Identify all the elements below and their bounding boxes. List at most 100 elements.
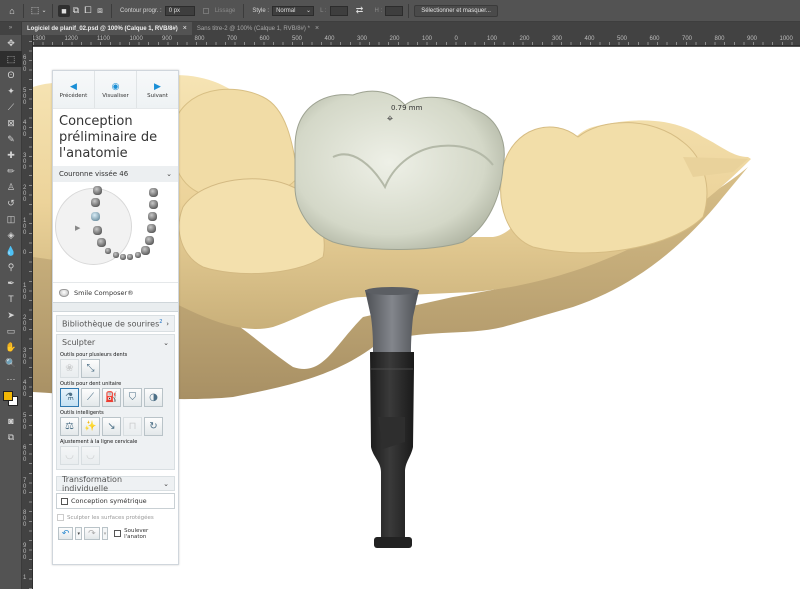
transform-header[interactable]: Transformation individuelle ⌄ <box>56 475 175 493</box>
help-badge[interactable]: 2 <box>159 319 162 325</box>
history-brush-tool-icon[interactable]: ↺ <box>0 195 22 211</box>
healing-brush-tool-icon[interactable]: ✚ <box>0 147 22 163</box>
pen-tool-icon[interactable]: ✒ <box>0 275 22 291</box>
tooth[interactable] <box>120 254 126 260</box>
new-selection-icon[interactable]: ■ <box>58 4 70 17</box>
smart-adapt-tool-icon[interactable]: ↘ <box>102 417 121 436</box>
tooth-chart[interactable]: ▶ <box>53 182 178 282</box>
clone-stamp-tool-icon[interactable]: ♙ <box>0 179 22 195</box>
add-selection-icon[interactable]: ⧉ <box>70 5 82 17</box>
magic-wand-tool-icon[interactable]: ✦ <box>0 83 22 99</box>
multi-tooth-tool-1-icon[interactable]: ❀ <box>60 359 79 378</box>
smile-library-section[interactable]: Bibliothèque de sourires2 › <box>56 315 175 332</box>
selected-tooth-46[interactable] <box>91 212 100 221</box>
intersect-selection-icon[interactable]: ⧈ <box>94 5 106 17</box>
undo-button[interactable]: ↶ <box>58 527 74 540</box>
visualize-button[interactable]: ◉ Visualiser <box>95 71 137 108</box>
tooth[interactable] <box>105 248 111 254</box>
dodge-tool-icon[interactable]: ⚲ <box>0 259 22 275</box>
foreground-color-swatch[interactable] <box>3 391 13 401</box>
tab-sans-titre-2[interactable]: Sans titre-2 @ 100% (Calque 1, RVB/8#) *… <box>192 22 324 35</box>
swap-icon[interactable]: ⇄ <box>354 5 366 17</box>
screen-mode-icon[interactable]: ⧉ <box>0 429 22 445</box>
tooth[interactable] <box>148 212 157 221</box>
rectangle-tool-icon[interactable]: ▭ <box>0 323 22 339</box>
eraser-tool-icon[interactable]: ◫ <box>0 211 22 227</box>
tooth[interactable] <box>145 236 154 245</box>
marquee-tool-icon[interactable]: ⬚ <box>0 51 22 67</box>
collapse-toolbar-button[interactable]: » <box>0 22 21 35</box>
smart-reset-tool-icon[interactable]: ↻ <box>144 417 163 436</box>
photoshop-window: ⌂ ⬚ ⌄ ■ ⧉ ⧠ ⧈ Contour progr. : 0 px Liss… <box>0 0 800 589</box>
single-tooth-abutment-tool-icon[interactable]: ⛉ <box>123 388 142 407</box>
subtract-selection-icon[interactable]: ⧠ <box>82 5 94 17</box>
single-tooth-wax-tool-icon[interactable]: ⛽ <box>102 388 121 407</box>
single-tooth-plane-tool-icon[interactable]: ◑ <box>144 388 163 407</box>
path-selection-tool-icon[interactable]: ➤ <box>0 307 22 323</box>
tooth[interactable] <box>93 186 102 195</box>
marquee-tool-icon[interactable]: ⬚ <box>29 5 41 17</box>
quick-mask-icon[interactable]: ◙ <box>0 413 22 429</box>
symmetric-design-checkbox[interactable]: Conception symétrique <box>56 493 175 509</box>
sculpt-header[interactable]: Sculpter ⌄ <box>57 335 174 350</box>
tooth[interactable] <box>93 226 102 235</box>
blur-tool-icon[interactable]: 💧 <box>0 243 22 259</box>
paint-bucket-tool-icon[interactable]: ◈ <box>0 227 22 243</box>
tooth[interactable] <box>91 198 100 207</box>
zoom-tool-icon[interactable]: 🔍 <box>0 355 22 371</box>
next-button[interactable]: ▶ Suivant <box>137 71 178 108</box>
crosshair-icon[interactable]: ⌖ <box>383 112 397 126</box>
antialias-label: Lissage <box>214 7 236 14</box>
lift-antagonist-checkbox[interactable]: Soulever l'anaton <box>114 528 170 540</box>
tooth[interactable] <box>141 246 150 255</box>
more-tools-icon[interactable]: ⋯ <box>0 371 22 387</box>
smart-contact-tool-icon[interactable]: ⚖ <box>60 417 79 436</box>
tooth[interactable] <box>97 238 106 247</box>
checkbox[interactable] <box>114 530 122 537</box>
checkbox[interactable] <box>61 497 68 505</box>
brush-tool-icon[interactable]: ✏ <box>0 163 22 179</box>
crop-tool-icon[interactable]: ⟋ <box>0 99 22 115</box>
single-tooth-knife-tool-icon[interactable]: ⟋ <box>81 388 100 407</box>
move-tool-icon[interactable]: ✥ <box>0 35 22 51</box>
tooth[interactable] <box>147 224 156 233</box>
tooth[interactable] <box>127 254 133 260</box>
tooth[interactable] <box>149 188 158 197</box>
antialias-checkbox[interactable] <box>202 7 209 14</box>
hand-tool-icon[interactable]: ✋ <box>0 339 22 355</box>
cervical-tool-1-icon[interactable]: ◡ <box>60 446 79 465</box>
checkbox[interactable] <box>57 514 64 521</box>
tab-logiciel-de-planif[interactable]: Logiciel de planif_02.psd @ 100% (Calque… <box>22 22 192 35</box>
close-icon[interactable]: × <box>315 25 319 32</box>
tab-label: Sans titre-2 @ 100% (Calque 1, RVB/8#) * <box>196 25 310 32</box>
undo-history-dropdown[interactable]: ▾ <box>75 527 83 540</box>
smile-composer-row[interactable]: Smile Composer® <box>53 282 178 302</box>
previous-button[interactable]: ◀ Précédent <box>53 71 95 108</box>
lasso-tool-icon[interactable]: ʘ <box>0 67 22 83</box>
eyedropper-tool-icon[interactable]: ✎ <box>0 131 22 147</box>
select-and-mask-button[interactable]: Sélectionner et masquer... <box>414 4 498 17</box>
redo-history-dropdown[interactable]: ▾ <box>101 527 109 540</box>
tooth[interactable] <box>113 252 119 258</box>
tooth[interactable] <box>149 200 158 209</box>
cervical-tool-2-icon[interactable]: ◡ <box>81 446 100 465</box>
sculpt-section: Sculpter ⌄ Outils pour plusieurs dents ❀… <box>56 334 175 470</box>
close-icon[interactable]: × <box>183 25 187 32</box>
height-input[interactable] <box>385 5 404 16</box>
frame-tool-icon[interactable]: ⊠ <box>0 115 22 131</box>
chevron-down-icon[interactable]: ⌄ <box>41 5 47 17</box>
tooth[interactable] <box>135 252 141 258</box>
multi-tooth-arc-tool-icon[interactable]: ⤡ <box>81 359 100 378</box>
smart-magic-tool-icon[interactable]: ✨ <box>81 417 100 436</box>
redo-button[interactable]: ↷ <box>84 527 100 540</box>
single-tooth-morph-tool-icon[interactable]: ⚗ <box>60 388 79 407</box>
width-input[interactable] <box>329 5 348 16</box>
style-select[interactable]: Normal ⌄ <box>272 5 315 16</box>
protected-surfaces-checkbox[interactable]: Sculpter les surfaces protégées <box>56 511 175 524</box>
ruler-tick-label: 200 <box>23 315 27 333</box>
smart-pontic-tool-icon[interactable]: ⊓ <box>123 417 142 436</box>
feather-input[interactable]: 0 px <box>164 5 195 16</box>
crown-dropdown[interactable]: Couronne vissée 46 ⌄ <box>53 166 178 182</box>
type-tool-icon[interactable]: T <box>0 291 22 307</box>
home-icon[interactable]: ⌂ <box>6 5 18 17</box>
